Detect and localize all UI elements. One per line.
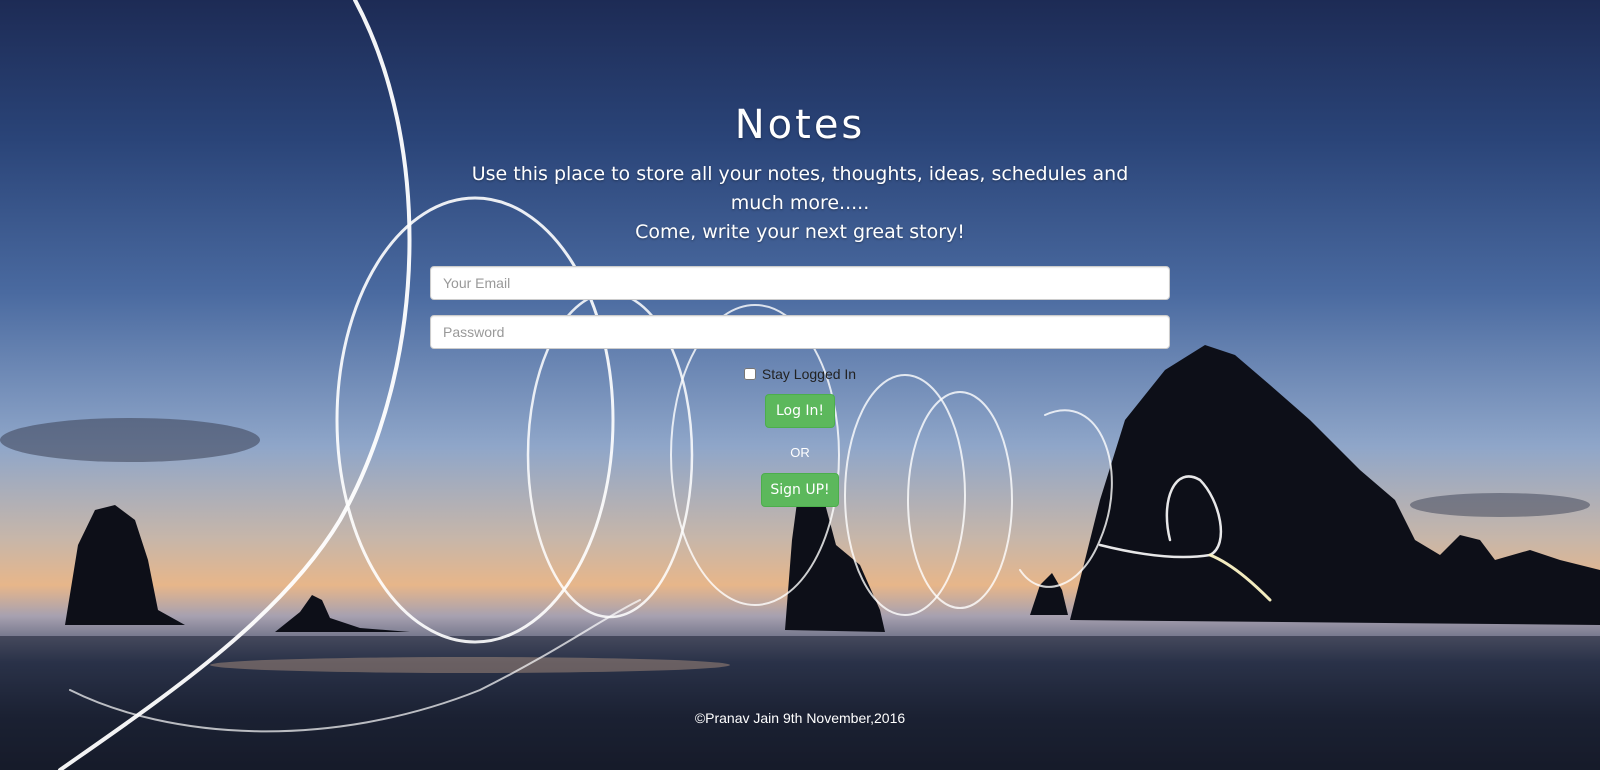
tagline: Use this place to store all your notes, … <box>455 160 1145 247</box>
footer-copyright: ©Pranav Jain 9th November,2016 <box>694 710 906 726</box>
email-field[interactable] <box>430 266 1170 300</box>
or-divider: OR <box>790 445 810 460</box>
password-field[interactable] <box>430 315 1170 349</box>
stay-logged-in-checkbox[interactable] <box>743 368 756 380</box>
stay-logged-in-row: Stay Logged In <box>0 366 1600 382</box>
page-title: Notes <box>734 102 866 148</box>
login-page: Notes Use this place to store all your n… <box>0 0 1600 770</box>
signup-button[interactable]: Sign UP! <box>761 473 839 507</box>
tagline-line-1: Use this place to store all your notes, … <box>471 163 1129 214</box>
tagline-line-2: Come, write your next great story! <box>635 221 965 243</box>
login-button[interactable]: Log In! <box>765 394 835 428</box>
stay-logged-in-label: Stay Logged In <box>761 366 857 382</box>
